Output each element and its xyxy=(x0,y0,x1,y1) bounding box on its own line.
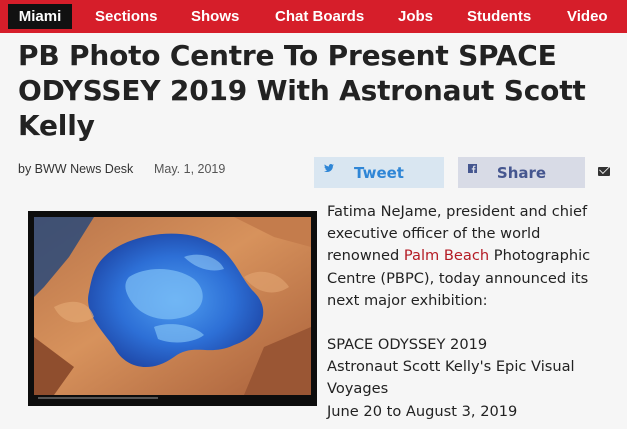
tweet-label: Tweet xyxy=(354,163,404,182)
article-text-line: Fatima NeJame, president and chief xyxy=(327,203,588,220)
top-navigation: Miami Sections Shows Chat Boards Jobs St… xyxy=(0,0,627,33)
photo-caption-strip xyxy=(38,397,158,399)
exhibition-subtitle: Astronaut Scott Kelly's Epic Visual xyxy=(327,358,575,376)
nav-item-shows[interactable]: Shows xyxy=(191,8,239,25)
article-byline[interactable]: by BWW News Desk xyxy=(18,162,133,176)
article-text-line: renowned Palm Beach Photographic xyxy=(327,245,625,267)
palm-beach-link[interactable]: Palm Beach xyxy=(404,247,489,264)
article-text-fragment: renowned xyxy=(327,247,404,265)
nav-item-students[interactable]: Students xyxy=(467,8,531,25)
exhibition-title: SPACE ODYSSEY 2019 xyxy=(327,336,488,354)
exhibition-subtitle: Voyages xyxy=(327,380,389,398)
tweet-button[interactable]: Tweet xyxy=(314,157,444,188)
article-text-line: Centre (PBPC), today announced its xyxy=(327,269,589,287)
satellite-lake-image xyxy=(34,217,311,395)
nav-item-jobs[interactable]: Jobs xyxy=(398,8,433,25)
facebook-share-button[interactable]: Share xyxy=(458,157,585,188)
article-headline: PB Photo Centre To Present SPACE ODYSSEY… xyxy=(18,39,586,142)
article-paragraph-exhibition: SPACE ODYSSEY 2019 Astronaut Scott Kelly… xyxy=(327,334,625,423)
article-text-line: executive officer of the world xyxy=(327,225,541,243)
article-body: Fatima NeJame, president and chief execu… xyxy=(327,201,625,429)
facebook-icon xyxy=(468,163,477,176)
article-text-fragment: Photographic xyxy=(489,247,591,265)
nav-item-video[interactable]: Video xyxy=(567,8,608,25)
article-photo[interactable] xyxy=(28,211,317,406)
twitter-icon xyxy=(324,163,334,176)
nav-city-miami[interactable]: Miami xyxy=(8,4,72,29)
article-paragraph-intro: Fatima NeJame, president and chief execu… xyxy=(327,201,625,312)
exhibition-dates: June 20 to August 3, 2019 xyxy=(327,402,518,420)
email-icon[interactable] xyxy=(598,167,610,176)
article-text-line: next major exhibition: xyxy=(327,291,488,309)
share-label: Share xyxy=(496,163,547,182)
nav-item-chat-boards[interactable]: Chat Boards xyxy=(275,8,364,25)
article-date: May. 1, 2019 xyxy=(154,162,226,176)
nav-item-sections[interactable]: Sections xyxy=(95,8,158,25)
